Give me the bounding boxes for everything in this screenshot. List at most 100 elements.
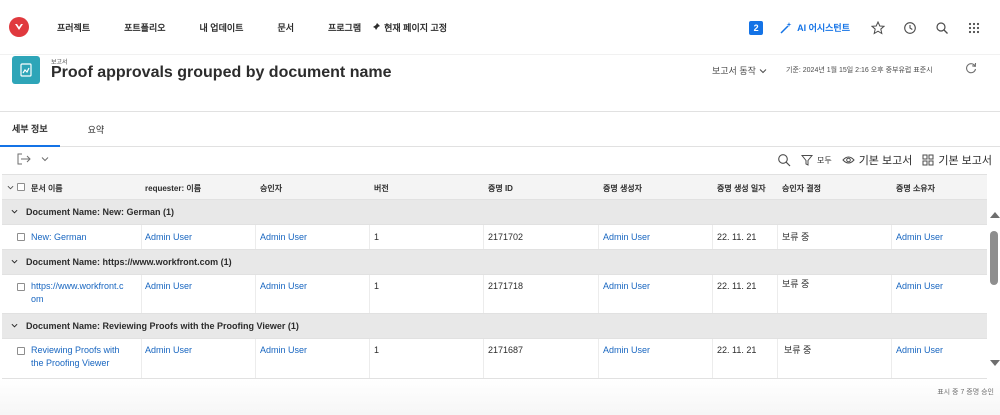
grouping-icon [922, 154, 934, 166]
report-tabs: 세부 정보 요약 [0, 112, 1000, 147]
requester-link[interactable]: Admin User [145, 344, 192, 357]
proof-date-value: 22. 11. 21 [717, 345, 757, 355]
filter-label: 모두 [816, 155, 832, 165]
col-approver[interactable]: 승인자 [260, 175, 282, 201]
nav-right: 2 AI 어시스턴트 [749, 0, 1000, 55]
proof-creator-link[interactable]: Admin User [603, 344, 650, 357]
ai-assistant-label: AI 어시스턴트 [797, 23, 850, 33]
report-icon [12, 56, 40, 84]
pin-page-button[interactable]: 현재 페이지 고정 [371, 21, 447, 34]
chevron-down-icon[interactable] [11, 322, 18, 331]
table-row[interactable]: Reviewing Proofs with the Proofing Viewe… [2, 339, 987, 379]
results-count: 표시 중 7 증명 승인 [937, 389, 994, 396]
version-value: 1 [374, 281, 380, 291]
requester-link[interactable]: Admin User [145, 280, 192, 293]
table-search-icon[interactable] [777, 153, 791, 167]
row-checkbox[interactable] [17, 283, 25, 291]
table-toolbar: 모두 기본 보고서 기본 보고서 [0, 147, 1000, 173]
proof-id-value: 2171702 [488, 232, 524, 242]
group-label: Document Name: Reviewing Proofs with the… [26, 321, 299, 331]
approver-link[interactable]: Admin User [260, 280, 307, 293]
logo-icon [15, 24, 23, 30]
report-actions-dropdown[interactable]: 보고서 동작 [712, 64, 767, 77]
decision-value: 보류 중 [782, 232, 810, 242]
proof-owner-link[interactable]: Admin User [896, 231, 943, 244]
col-proof-created-date[interactable]: 증명 생성 일자 [717, 175, 766, 201]
col-version[interactable]: 버전 [374, 175, 389, 201]
export-icon[interactable] [17, 153, 31, 165]
document-name-line: om [31, 294, 44, 304]
approver-link[interactable]: Admin User [260, 231, 307, 244]
row-checkbox[interactable] [17, 233, 25, 241]
proof-id-value: 2171718 [488, 281, 524, 291]
export-chevron-icon[interactable] [41, 155, 49, 163]
pin-page-label: 현재 페이지 고정 [384, 22, 448, 33]
requester-link[interactable]: Admin User [145, 231, 192, 244]
tab-summary[interactable]: 요약 [76, 112, 117, 147]
col-proof-id[interactable]: 증명 ID [488, 175, 513, 201]
row-checkbox[interactable] [17, 347, 25, 355]
proof-creator-link[interactable]: Admin User [603, 231, 650, 244]
filter-button[interactable]: 모두 [800, 154, 832, 166]
document-name-line: https://www.workfront.c [31, 281, 124, 291]
scroll-up-arrow[interactable] [990, 212, 1000, 218]
col-proof-owner[interactable]: 증명 소유자 [896, 175, 935, 201]
select-all-checkbox[interactable] [17, 183, 25, 191]
view-label: 기본 보고서 [858, 155, 913, 167]
proof-date-value: 22. 11. 21 [717, 281, 757, 291]
col-proof-creator[interactable]: 증명 생성자 [603, 175, 642, 201]
table-scrollbar[interactable] [988, 205, 1000, 369]
chevron-down-icon[interactable] [11, 208, 18, 217]
collapse-all-icon[interactable] [7, 184, 14, 191]
document-name-line: Reviewing Proofs with [31, 345, 120, 355]
approver-link[interactable]: Admin User [260, 344, 307, 357]
chevron-down-icon[interactable] [11, 258, 18, 267]
nav-item-portfolios[interactable]: 포트폴리오 [124, 21, 165, 34]
nav-item-programs: 프로그램 [328, 22, 362, 33]
group-header[interactable]: Document Name: https://www.workfront.com… [2, 250, 987, 275]
page-header: 보고서 Proof approvals grouped by document … [0, 55, 1000, 112]
version-value: 1 [374, 345, 380, 355]
nav-item-documents[interactable]: 문서 [277, 21, 294, 34]
grouping-button[interactable]: 기본 보고서 [922, 152, 992, 168]
magic-wand-icon [780, 22, 792, 34]
group-header[interactable]: Document Name: Reviewing Proofs with the… [2, 314, 987, 339]
document-name-link[interactable]: https://www.workfront.c om [31, 280, 124, 306]
eye-icon [842, 156, 855, 164]
document-name-link[interactable]: New: German [31, 231, 87, 244]
search-icon[interactable] [934, 20, 950, 36]
decision-value: 보류 중 [784, 345, 812, 355]
group-header[interactable]: Document Name: New: German (1) [2, 200, 987, 225]
proof-owner-link[interactable]: Admin User [896, 280, 943, 293]
page-title: Proof approvals grouped by document name [51, 64, 392, 81]
nav-item-my-updates[interactable]: 내 업데이트 [200, 21, 244, 34]
scroll-thumb[interactable] [990, 231, 998, 285]
notification-badge[interactable]: 2 [749, 20, 764, 35]
scroll-down-arrow[interactable] [990, 360, 1000, 366]
chevron-down-icon [759, 68, 767, 73]
toolbar-left [17, 153, 49, 165]
star-icon[interactable] [870, 20, 886, 36]
col-requester-name[interactable]: requester: 이름 [145, 175, 201, 201]
table-row[interactable]: https://www.workfront.c om Admin User Ad… [2, 275, 987, 314]
top-nav: 프러젝트 포트폴리오 내 업데이트 문서 프로그램 현재 페이지 고정 2 AI… [0, 0, 1000, 55]
last-updated-text: 기준: 2024년 1월 15일 2:16 오후 중부유럽 표준시 [786, 67, 933, 74]
ai-assistant-button[interactable]: AI 어시스턴트 [780, 21, 850, 34]
col-approver-decision[interactable]: 승인자 결정 [782, 175, 821, 201]
tab-details[interactable]: 세부 정보 [0, 112, 60, 147]
proof-owner-link[interactable]: Admin User [896, 344, 943, 357]
proof-date-value: 22. 11. 21 [717, 232, 757, 242]
view-button[interactable]: 기본 보고서 [842, 152, 913, 168]
refresh-icon[interactable] [964, 61, 978, 75]
proof-creator-link[interactable]: Admin User [603, 280, 650, 293]
col-document-name[interactable]: 문서 이름 [31, 175, 63, 201]
group-label: Document Name: New: German (1) [26, 207, 175, 217]
document-name-link[interactable]: Reviewing Proofs with the Proofing Viewe… [31, 344, 120, 370]
nav-item-projects[interactable]: 프러젝트 [57, 21, 90, 34]
app-grid-icon[interactable] [966, 20, 982, 36]
table-footer: 표시 중 7 증명 승인 [0, 379, 1000, 415]
history-icon[interactable] [902, 20, 918, 36]
workfront-logo[interactable] [9, 17, 29, 37]
proof-id-value: 2171687 [488, 345, 524, 355]
table-row[interactable]: New: German Admin User Admin User 1 2171… [2, 225, 987, 250]
